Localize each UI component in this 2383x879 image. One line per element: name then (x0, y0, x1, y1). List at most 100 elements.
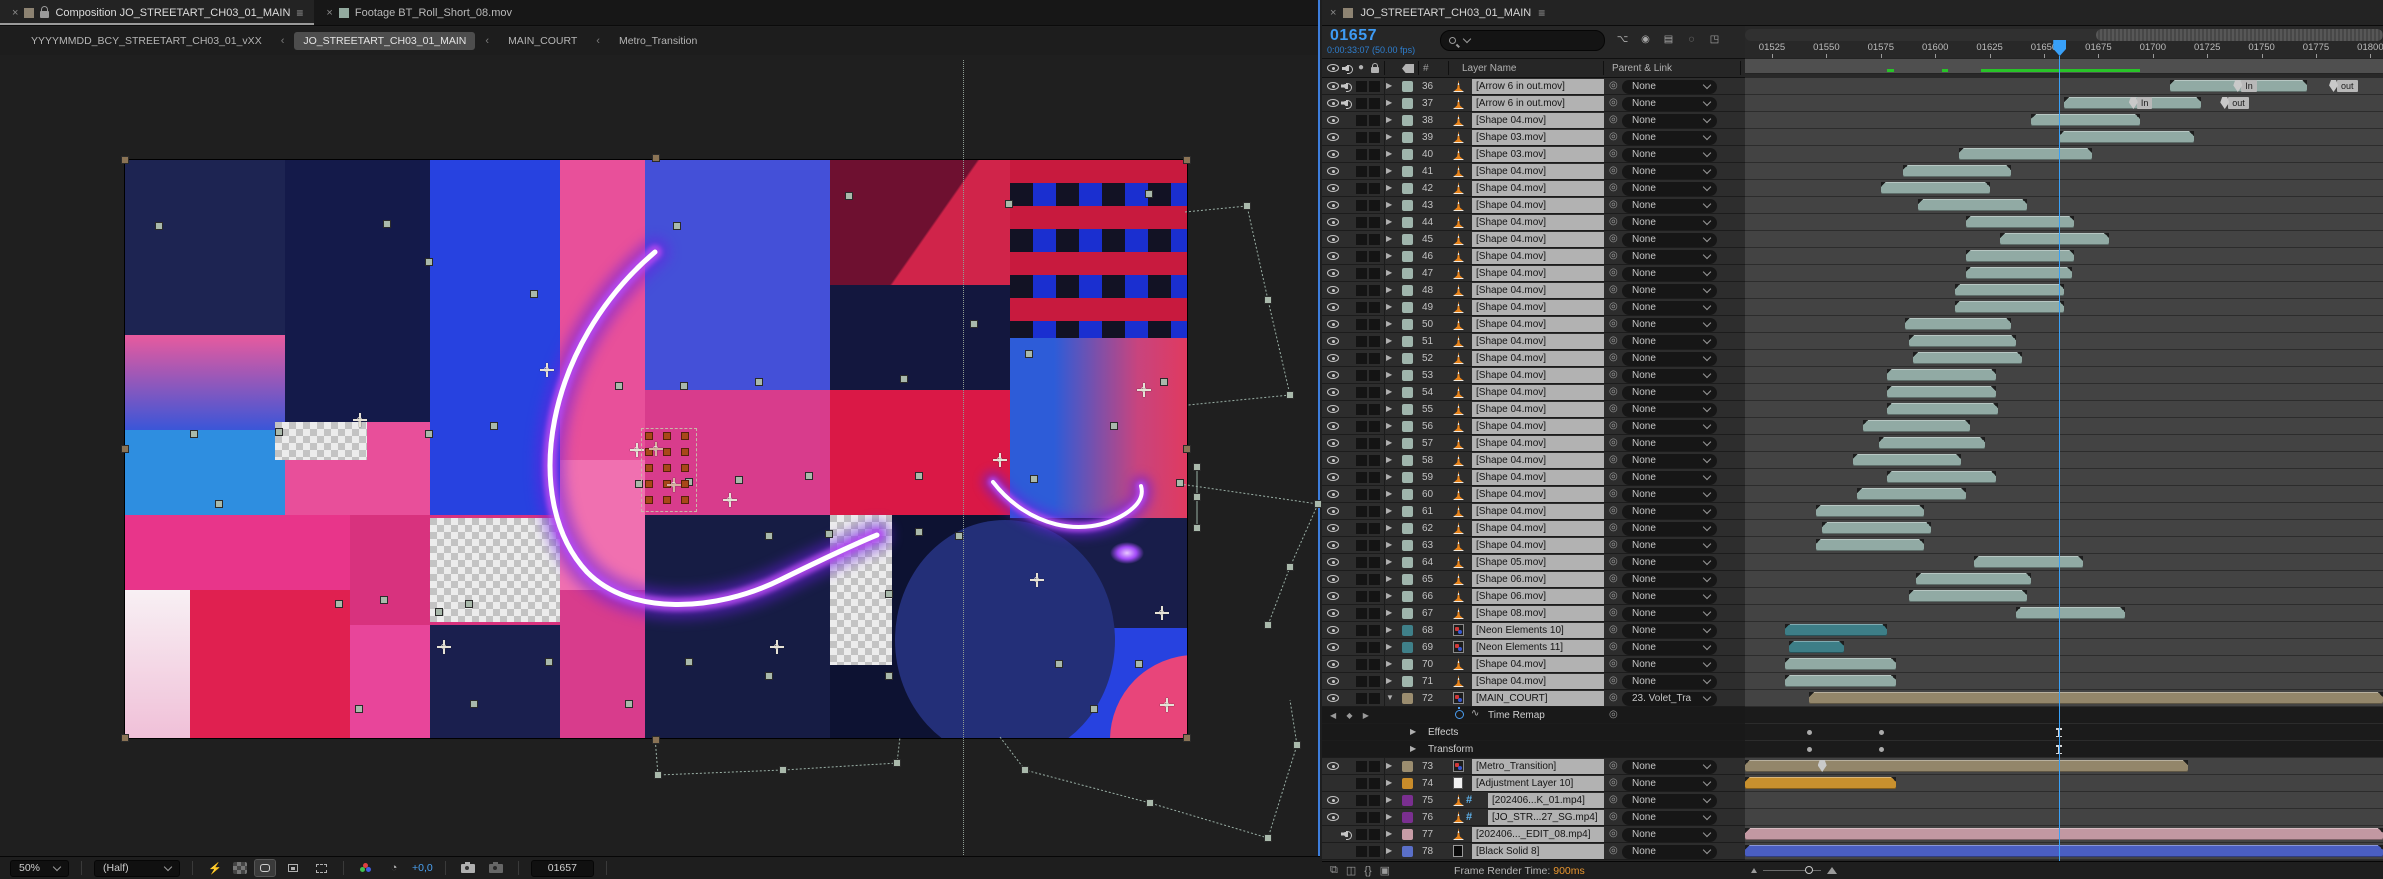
lock-switch[interactable] (1369, 199, 1380, 211)
eye-icon[interactable] (1327, 473, 1339, 481)
lock-switch[interactable] (1369, 539, 1380, 551)
layer-duration-bar[interactable] (1815, 505, 1925, 517)
keyframe-navigator[interactable]: ◀ ◆ ▶ (1330, 711, 1373, 720)
eye-icon[interactable] (1327, 626, 1339, 634)
exposure-reset-icon[interactable]: ◔ (384, 860, 404, 876)
layer-row[interactable]: ▶ 59 [Shape 04.mov] ◎ None (1322, 469, 2383, 486)
render-pane-icon[interactable]: ▣ (1380, 864, 1390, 877)
layer-row[interactable]: ▶ 74 [Adjustment Layer 10] ◎ None (1322, 775, 2383, 792)
expander-icon[interactable]: ▶ (1386, 115, 1392, 124)
layer-name[interactable]: [Neon Elements 10] (1472, 623, 1604, 638)
expander-icon[interactable]: ▶ (1386, 404, 1392, 413)
layer-duration-bar[interactable] (1808, 692, 2383, 704)
guides-crop-icon[interactable] (311, 860, 331, 876)
parent-pickwhip-icon[interactable]: ◎ (1609, 692, 1618, 703)
parent-pickwhip-icon[interactable]: ◎ (1609, 658, 1618, 669)
layer-duration-bar[interactable] (1887, 386, 1997, 398)
layer-row[interactable]: ▶ 39 [Shape 03.mov] ◎ None (1322, 129, 2383, 146)
label-color-chip[interactable] (1402, 591, 1413, 602)
solo-switch[interactable] (1356, 454, 1367, 466)
property-row-transform[interactable]: ▶ Transform (1322, 741, 2383, 758)
layer-duration-bar[interactable] (1785, 658, 1897, 670)
layer-duration-bar[interactable] (1785, 675, 1897, 687)
solo-switch[interactable] (1356, 828, 1367, 840)
label-color-chip[interactable] (1402, 846, 1413, 857)
solo-switch[interactable] (1356, 624, 1367, 636)
panel-menu-icon[interactable]: ≡ (1538, 6, 1545, 20)
parent-pickwhip-icon[interactable]: ◎ (1609, 794, 1618, 805)
breadcrumb-item[interactable]: JO_STREETART_CH03_01_MAIN (294, 32, 476, 50)
layer-name[interactable]: [Arrow 6 in out.mov] (1472, 96, 1604, 111)
expander-icon[interactable]: ▶ (1386, 387, 1392, 396)
lock-switch[interactable] (1369, 692, 1380, 704)
solo-switch[interactable] (1356, 216, 1367, 228)
solo-switch[interactable] (1356, 573, 1367, 585)
layer-duration-bar[interactable] (1954, 284, 2064, 296)
solo-switch[interactable] (1356, 267, 1367, 279)
parent-pickwhip-icon[interactable]: ◎ (1609, 845, 1618, 856)
label-color-chip[interactable] (1402, 353, 1413, 364)
parent-pickwhip-icon[interactable]: ◎ (1609, 148, 1618, 159)
motion-blur-icon[interactable]: ◌ (1683, 32, 1700, 47)
expander-icon[interactable]: ▶ (1386, 149, 1392, 158)
eye-icon[interactable] (1327, 575, 1339, 583)
layer-name[interactable]: [Shape 04.mov] (1472, 487, 1604, 502)
parent-pickwhip-icon[interactable]: ◎ (1609, 284, 1618, 295)
parent-link-select[interactable]: None (1622, 572, 1717, 587)
parent-pickwhip-icon[interactable]: ◎ (1609, 641, 1618, 652)
layer-duration-bar[interactable] (1863, 420, 1970, 432)
lock-switch[interactable] (1369, 488, 1380, 500)
layer-duration-bar[interactable] (1909, 590, 2027, 602)
eye-icon[interactable] (1327, 337, 1339, 345)
property-row-time-remap[interactable]: ◀ ◆ ▶ ∿ Time Remap ◎ (1322, 706, 2383, 724)
layer-row[interactable]: ▶ 66 [Shape 06.mov] ◎ None (1322, 588, 2383, 605)
parent-link-select[interactable]: None (1622, 300, 1717, 315)
parent-link-column-header[interactable]: Parent & Link (1612, 63, 1672, 74)
layer-duration-bar[interactable] (1878, 437, 1986, 449)
lock-switch[interactable] (1369, 811, 1380, 823)
layer-name[interactable]: [Shape 04.mov] (1472, 538, 1604, 553)
breadcrumb-item[interactable]: YYYYMMDD_BCY_STREETART_CH03_01_vXX (22, 32, 271, 50)
zoom-out-icon[interactable] (1750, 868, 1757, 873)
parent-link-select[interactable]: None (1622, 606, 1717, 621)
solo-switch[interactable] (1356, 420, 1367, 432)
lock-switch[interactable] (1369, 573, 1380, 585)
parent-link-select[interactable]: None (1622, 538, 1717, 553)
label-color-chip[interactable] (1402, 149, 1413, 160)
viewer-timecode-field[interactable]: 01657 (530, 859, 594, 877)
parent-pickwhip-icon[interactable]: ◎ (1609, 420, 1618, 431)
parent-link-select[interactable]: None (1622, 776, 1717, 791)
parent-pickwhip-icon[interactable]: ◎ (1609, 573, 1618, 584)
lock-switch[interactable] (1369, 794, 1380, 806)
layer-duration-bar[interactable] (1822, 522, 1931, 534)
eye-icon[interactable] (1327, 813, 1339, 821)
lock-switch[interactable] (1369, 454, 1380, 466)
layer-duration-bar[interactable] (1887, 403, 1999, 415)
parent-pickwhip-icon[interactable]: ◎ (1609, 454, 1618, 465)
label-color-chip[interactable] (1402, 285, 1413, 296)
close-tab-icon[interactable]: × (1330, 7, 1336, 19)
parent-pickwhip-icon[interactable]: ◎ (1609, 216, 1618, 227)
layer-name[interactable]: [Shape 05.mov] (1472, 555, 1604, 570)
layer-row[interactable]: ▶ 53 [Shape 04.mov] ◎ None (1322, 367, 2383, 384)
label-column-icon[interactable] (1402, 64, 1414, 73)
lock-switch[interactable] (1369, 777, 1380, 789)
layer-switches-pane-icon[interactable]: ⧉ (1330, 864, 1338, 877)
layer-name[interactable]: [Shape 04.mov] (1472, 368, 1604, 383)
layer-row[interactable]: ▶ 67 [Shape 08.mov] ◎ None (1322, 605, 2383, 622)
label-color-chip[interactable] (1402, 489, 1413, 500)
lock-icon[interactable] (40, 6, 50, 18)
expander-icon[interactable]: ▶ (1386, 523, 1392, 532)
parent-pickwhip-icon[interactable]: ◎ (1609, 182, 1618, 193)
layer-name[interactable]: [Shape 04.mov] (1472, 266, 1604, 281)
lock-switch[interactable] (1369, 505, 1380, 517)
solo-switch[interactable] (1356, 182, 1367, 194)
parent-pickwhip-icon[interactable]: ◎ (1609, 97, 1618, 108)
label-color-chip[interactable] (1402, 404, 1413, 415)
label-color-chip[interactable] (1402, 98, 1413, 109)
solo-switch[interactable] (1356, 148, 1367, 160)
parent-pickwhip-icon[interactable]: ◎ (1609, 352, 1618, 363)
layer-name[interactable]: [Shape 04.mov] (1472, 521, 1604, 536)
layer-duration-bar[interactable] (1745, 777, 1897, 789)
layer-duration-bar[interactable] (1785, 624, 1888, 636)
